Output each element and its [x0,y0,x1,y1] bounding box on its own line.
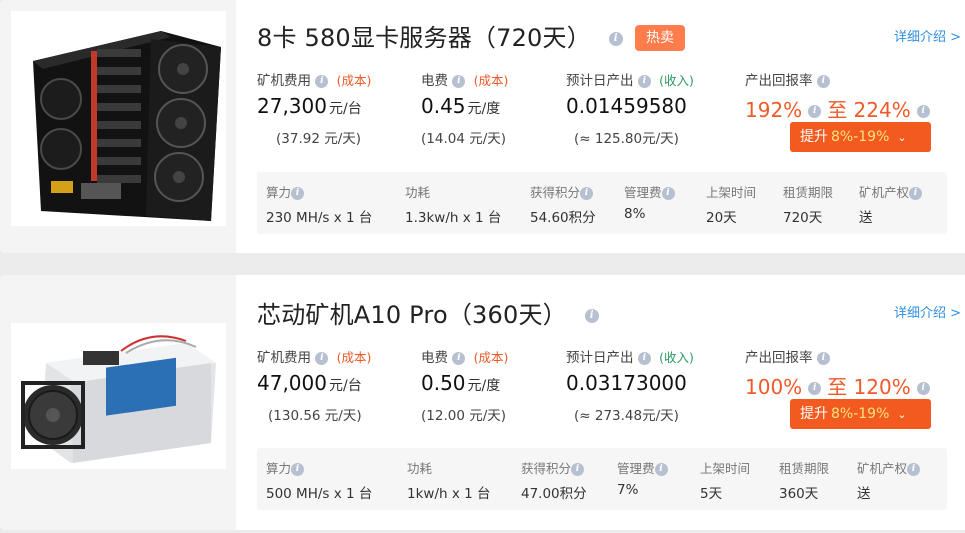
info-icon[interactable]: i [291,463,305,476]
product-image-panel [0,275,236,530]
elec-per-day: (12.00 元/天) [421,408,507,424]
boost-button[interactable]: 提升 8%-19% ⌄ [790,122,931,152]
elec-label-row: 电费 i (成本) [421,350,509,366]
spec-label: 矿机产权 i [859,182,923,201]
spec-label: 算力 i [266,182,305,201]
gpu-rig-image [11,11,226,226]
info-icon[interactable]: i [452,74,466,88]
fee-label-row: 矿机费用 i (成本) [257,350,372,366]
output-label-row: 预计日产出 i (收入) [566,73,694,89]
spec-value: 8% [624,206,646,222]
spec-value: 7% [617,482,639,498]
spec-value: 5天 [700,486,723,502]
info-icon[interactable]: i [654,463,668,476]
info-icon[interactable]: i [816,351,830,365]
info-icon[interactable]: i [452,351,466,365]
spec-label: 管理费 i [624,182,675,201]
spec-value: 1kw/h x 1 台 [407,486,491,502]
asic-miner-image [11,323,226,469]
info-icon[interactable]: i [580,187,594,200]
spec-label: 上架时间 [700,461,751,476]
info-icon[interactable]: i [808,382,822,395]
product-image-panel [0,0,236,253]
chevron-down-icon: ⌄ [897,131,907,144]
info-icon[interactable]: i [637,351,651,365]
boost-button[interactable]: 提升 8%-19% ⌄ [790,399,931,429]
info-icon[interactable]: i [916,105,930,118]
fee-value: 27,300 元/台 [257,94,362,118]
output-per-day: (≈ 273.48元/天) [574,408,679,424]
spec-value: 1.3kw/h x 1 台 [405,210,502,226]
spec-value: 47.00积分 [521,486,587,502]
detail-link[interactable]: 详细介绍 > [894,26,961,45]
product-card-gpu-server[interactable]: 8卡 580显卡服务器（720天） i 热卖 详细介绍 > 矿机费用 i (成本… [0,0,965,253]
info-icon[interactable]: i [637,74,651,88]
spec-label: 上架时间 [706,185,757,200]
info-icon[interactable]: i [291,187,305,200]
product-title[interactable]: 芯动矿机A10 Pro（360天） i [257,295,599,330]
spec-value: 230 MH/s x 1 台 [266,210,373,226]
rate-value: 192% i 至 224% i [745,94,936,123]
rate-label-row: 产出回报率 i [745,69,830,89]
spec-panel: 算力 i 500 MH/s x 1 台 功耗 1kw/h x 1 台 获得积分 i … [257,448,947,510]
elec-per-day: (14.04 元/天) [421,131,507,147]
product-title[interactable]: 8卡 580显卡服务器（720天） i [257,18,623,53]
spec-label: 功耗 [405,185,431,200]
output-value: 0.01459580 [566,94,687,118]
spec-label: 算力 i [266,458,305,477]
spec-value: 360天 [779,486,819,502]
elec-value: 0.45 元/度 [421,94,501,118]
info-icon[interactable]: i [571,463,585,476]
info-icon[interactable]: i [916,382,930,395]
hot-badge: 热卖 [635,25,685,51]
fee-label-row: 矿机费用 i (成本) [257,73,372,89]
spec-value: 54.60积分 [530,210,596,226]
product-image[interactable] [11,323,226,469]
info-icon[interactable]: i [909,187,923,200]
spec-label: 租赁期限 [779,461,830,476]
rate-label-row: 产出回报率 i [745,346,830,366]
info-icon[interactable]: i [608,32,623,46]
spec-value: 720天 [783,210,823,226]
info-icon[interactable]: i [816,74,830,88]
info-icon[interactable]: i [315,351,329,365]
product-image[interactable] [11,11,226,226]
info-icon[interactable]: i [661,187,675,200]
spec-value: 500 MH/s x 1 台 [266,486,373,502]
spec-label: 获得积分 i [530,182,594,201]
fee-per-day: (37.92 元/天) [276,131,362,147]
spec-label: 获得积分 i [521,458,585,477]
product-card-asic-miner[interactable]: 芯动矿机A10 Pro（360天） i 详细介绍 > 矿机费用 i (成本) 4… [0,275,965,530]
fee-per-day: (130.56 元/天) [268,408,362,424]
spec-panel: 算力 i 230 MH/s x 1 台 功耗 1.3kw/h x 1 台 获得积分… [257,172,947,234]
spec-label: 管理费 i [617,458,668,477]
detail-link[interactable]: 详细介绍 > [894,302,961,321]
elec-value: 0.50 元/度 [421,371,501,395]
spec-label: 功耗 [407,461,433,476]
fee-value: 47,000 元/台 [257,371,362,395]
spec-value: 送 [857,486,871,502]
chevron-down-icon: ⌄ [897,408,907,421]
info-icon[interactable]: i [315,74,329,88]
spec-label: 矿机产权 i [857,458,921,477]
rate-value: 100% i 至 120% i [745,371,936,400]
spec-label: 租赁期限 [783,185,834,200]
info-icon[interactable]: i [584,309,599,323]
info-icon[interactable]: i [907,463,921,476]
spec-value: 送 [859,210,873,226]
info-icon[interactable]: i [808,105,822,118]
spec-value: 20天 [706,210,737,226]
elec-label-row: 电费 i (成本) [421,73,509,89]
output-value: 0.03173000 [566,371,687,395]
output-per-day: (≈ 125.80元/天) [574,131,679,147]
output-label-row: 预计日产出 i (收入) [566,350,694,366]
